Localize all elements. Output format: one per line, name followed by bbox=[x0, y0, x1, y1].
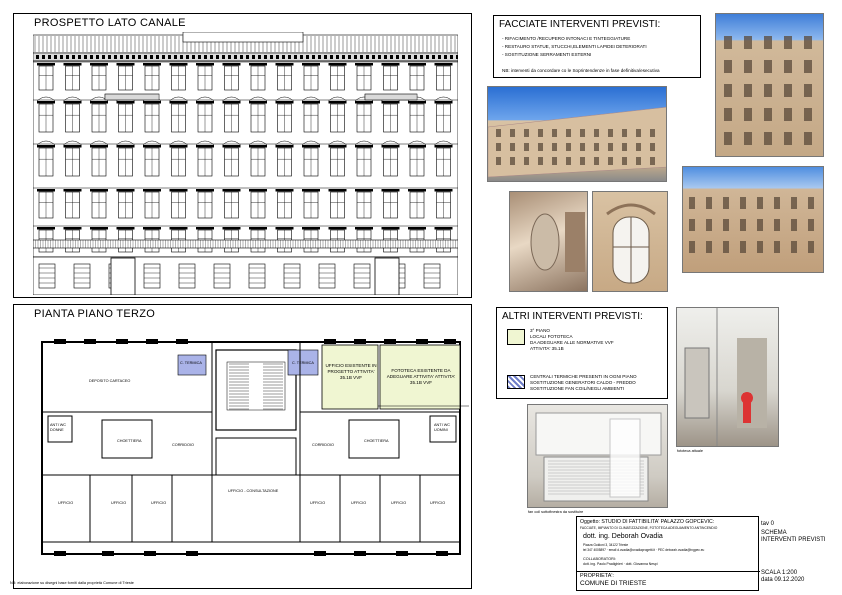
plan-window bbox=[314, 551, 326, 556]
engineer-contacts: tel 347 4005897 · email d.ovadia@ovadiap… bbox=[583, 548, 705, 552]
room-ufficio-6: UFFICIO bbox=[391, 501, 407, 505]
plan-window bbox=[354, 551, 366, 556]
plan-window bbox=[54, 551, 66, 556]
plan-panel: PIANTA PIANO TERZO DEPOSITO CARTACEO C. … bbox=[13, 304, 472, 589]
plan-window bbox=[84, 339, 96, 344]
plan-window bbox=[186, 551, 198, 556]
photo-fancoil bbox=[527, 404, 668, 508]
plan-window bbox=[324, 339, 336, 344]
room-ufficio-2: UFFICIO bbox=[111, 501, 127, 505]
altri-box: ALTRI INTERVENTI PREVISTI: 3° PIANO LOCA… bbox=[496, 307, 668, 399]
room-ufficio-1: UFFICIO bbox=[58, 501, 74, 505]
plan-window bbox=[384, 339, 396, 344]
plan-window bbox=[416, 339, 428, 344]
room-wc-right: ANTI WC UOMINI bbox=[434, 423, 451, 432]
plan-window bbox=[144, 551, 156, 556]
photo-facade-side bbox=[682, 166, 824, 273]
legend-text-fototeca: 3° PIANO LOCALI FOTOTECA DA ADEGUARE ALL… bbox=[530, 328, 614, 351]
altri-title: ALTRI INTERVENTI PREVISTI: bbox=[502, 311, 643, 322]
ground-door bbox=[374, 257, 400, 295]
proprieta-text: COMUNE DI TRIESTE bbox=[580, 580, 647, 587]
plan-title: PIANTA PIANO TERZO bbox=[34, 308, 156, 320]
ground-window bbox=[143, 263, 161, 289]
photo-window-detail bbox=[592, 191, 668, 292]
photo-statue bbox=[509, 191, 588, 292]
engineer-name: dott. ing. Deborah Ovadia bbox=[583, 533, 663, 540]
ground-window bbox=[353, 263, 371, 289]
caption-fototeca: fototeca attuale bbox=[677, 449, 703, 453]
facciate-item: - SOSTITUZIONE SERRAMENTI ESTERNI bbox=[502, 52, 592, 57]
room-choettiera-left: CHOETTIERA bbox=[117, 439, 142, 443]
proprieta-label: PROPRIETA': bbox=[580, 573, 614, 579]
oggetto-subtitle: FACCIATE, IMPIANTO DI CLIMATIZZAZIONE, F… bbox=[580, 526, 718, 530]
plan-window bbox=[146, 339, 158, 344]
title-block: Oggetto: STUDIO DI FATTIBILITA' PALAZZO … bbox=[576, 516, 760, 591]
room-ufficio-7: UFFICIO bbox=[430, 501, 446, 505]
floor-plan-drawing bbox=[41, 339, 469, 556]
ground-window bbox=[283, 263, 301, 289]
room-ufficio-consultazione: UFFICIO - CONSULTAZIONE bbox=[228, 489, 279, 493]
tav-number: tav 0 bbox=[761, 521, 775, 527]
plan-window bbox=[176, 339, 188, 344]
divider-line bbox=[577, 571, 760, 572]
photo-facade-corner bbox=[715, 13, 824, 157]
schema-subtitle: INTERVENTI PREVISTI bbox=[761, 537, 826, 543]
scala-label: SCALA 1:200 bbox=[761, 570, 798, 576]
legend-swatch-centrali bbox=[507, 375, 525, 389]
ground-window bbox=[248, 263, 266, 289]
facciate-item: - RIFACIMENTO /RECUPERO INTONACI E TINTE… bbox=[502, 36, 631, 41]
collaboratori-text: dott. ing. Paolo Pradighieri · dott. Gio… bbox=[583, 562, 658, 566]
ground-window bbox=[178, 263, 196, 289]
room-ufficio-5: UFFICIO bbox=[351, 501, 367, 505]
room-wc-left: ANTI WC DONNE bbox=[50, 423, 67, 432]
room-c-termica-left: C. TERMICA bbox=[180, 361, 202, 365]
plan-window bbox=[116, 339, 128, 344]
ground-door bbox=[110, 257, 136, 295]
room-choettiera-right: CHOETTIERA bbox=[364, 439, 389, 443]
facade-title: PROSPETTO LATO CANALE bbox=[34, 17, 186, 29]
schema-label: SCHEMA bbox=[761, 530, 787, 536]
ground-window bbox=[213, 263, 231, 289]
ground-window bbox=[318, 263, 336, 289]
room-ufficio-4: UFFICIO bbox=[310, 501, 326, 505]
ground-window bbox=[73, 263, 91, 289]
room-deposito: DEPOSITO CARTACEO bbox=[89, 379, 131, 383]
room-ufficio-esistente: UFFICIO ESISTENTE IN PROGETTO ATTIVITA' … bbox=[325, 363, 377, 380]
ground-window bbox=[38, 263, 56, 289]
room-corridoio-left: CORRIDOIO bbox=[172, 443, 194, 447]
caption-fancoil: fan coil sottofinestra da sostituire bbox=[528, 510, 584, 514]
plan-window bbox=[54, 339, 66, 344]
facade-drawing bbox=[33, 32, 458, 295]
oggetto-label: Oggetto: bbox=[580, 519, 600, 525]
photo-facade-main bbox=[487, 86, 667, 182]
oggetto-line: Oggetto: STUDIO DI FATTIBILITA' PALAZZO … bbox=[580, 519, 714, 525]
facciate-item: - RESTAURO STATUE, STUCCHI,ELEMENTI LAPI… bbox=[502, 44, 647, 49]
facade-panel: PROSPETTO LATO CANALE bbox=[13, 13, 472, 298]
facciate-box: FACCIATE INTERVENTI PREVISTI: - RIFACIME… bbox=[493, 15, 701, 78]
legend-text-centrali: CENTRALI TERMICHE PRESENTI IN OGNI PIANO… bbox=[530, 374, 637, 391]
plan-window bbox=[436, 551, 448, 556]
facciate-list: - RIFACIMENTO /RECUPERO INTONACI E TINTE… bbox=[502, 36, 647, 60]
plan-window bbox=[396, 551, 408, 556]
room-corridoio-right: CORRIDOIO bbox=[312, 443, 334, 447]
plan-window bbox=[354, 339, 366, 344]
oggetto-text: STUDIO DI FATTIBILITA' PALAZZO GOPCEVIC: bbox=[601, 519, 715, 525]
room-ufficio-3: UFFICIO bbox=[151, 501, 167, 505]
photo-fototeca bbox=[676, 307, 779, 447]
bottom-note: NB: elaborazione su disegni base forniti… bbox=[10, 581, 134, 585]
room-fototeca: FOTOTECA ESISTENTE DA ADEGUARE ATTIVITA'… bbox=[386, 368, 456, 385]
facciate-note: NB: interventi da concordare co le Sopri… bbox=[502, 68, 660, 73]
plan-window bbox=[102, 551, 114, 556]
data-label: data 09.12.2020 bbox=[761, 577, 805, 583]
plan-window bbox=[444, 339, 456, 344]
room-c-termica-right: C. TERMICA bbox=[292, 361, 314, 365]
legend-swatch-fototeca bbox=[507, 329, 525, 345]
facciate-title: FACCIATE INTERVENTI PREVISTI: bbox=[499, 19, 661, 30]
ground-window bbox=[423, 263, 441, 289]
